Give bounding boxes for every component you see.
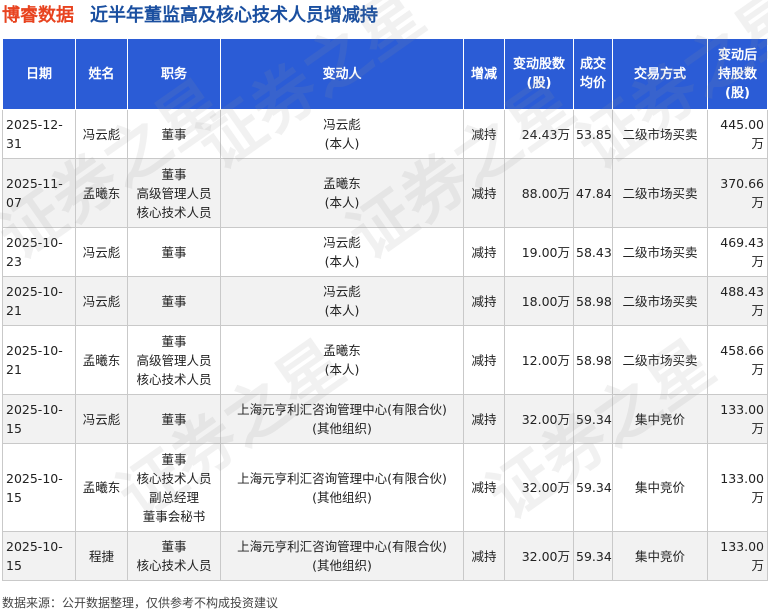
page-title: 近半年董监高及核心技术人员增减持: [90, 5, 378, 26]
cell-price: 53.85: [573, 109, 613, 159]
cell-method: 二级市场买卖: [612, 158, 708, 228]
cell-price: 47.84: [573, 158, 613, 228]
header-price: 成交 均价: [573, 38, 613, 110]
header-date: 日期: [2, 38, 76, 110]
cell-position: 董事 核心技术人员: [127, 531, 221, 581]
cell-name: 冯云彪: [75, 276, 128, 326]
cell-after: 469.43万: [707, 227, 768, 277]
brand-logo: 博睿数据: [2, 5, 74, 26]
cell-date: 2025-10-15: [2, 443, 76, 532]
cell-name: 孟曦东: [75, 158, 128, 228]
cell-change: 减持: [463, 276, 505, 326]
cell-change: 减持: [463, 531, 505, 581]
cell-date: 2025-11-07: [2, 158, 76, 228]
header-position: 职务: [127, 38, 221, 110]
cell-after: 370.66万: [707, 158, 768, 228]
cell-price: 58.43: [573, 227, 613, 277]
cell-method: 集中竞价: [612, 531, 708, 581]
cell-shares: 12.00万: [504, 325, 574, 395]
cell-price: 58.98: [573, 325, 613, 395]
cell-method: 二级市场买卖: [612, 325, 708, 395]
table-row: 2025-10-15 程捷 董事 核心技术人员 上海元亨利汇咨询管理中心(有限合伙) (其…: [2, 531, 768, 581]
cell-person: 冯云彪 (本人): [220, 276, 464, 326]
cell-shares: 32.00万: [504, 394, 574, 444]
cell-shares: 88.00万: [504, 158, 574, 228]
cell-after: 133.00万: [707, 394, 768, 444]
holdings-change-table: 日期 姓名 职务 变动人 增减 变动股数 (股) 成交 均价 交易方式 变动后 持股数 (股) 2025…: [2, 38, 768, 581]
cell-position: 董事 核心技术人员 副总经理 董事会秘书: [127, 443, 221, 532]
cell-name: 孟曦东: [75, 325, 128, 395]
cell-person: 冯云彪 (本人): [220, 109, 464, 159]
table-row: 2025-12-31 冯云彪 董事 冯云彪 (本人) 减持 24.43万 53.85 二级市场买…: [2, 109, 768, 159]
cell-position: 董事: [127, 227, 221, 277]
cell-price: 59.34: [573, 443, 613, 532]
cell-person: 上海元亨利汇咨询管理中心(有限合伙) (其他组织): [220, 531, 464, 581]
header-person: 变动人: [220, 38, 464, 110]
cell-price: 58.98: [573, 276, 613, 326]
table-row: 2025-10-15 冯云彪 董事 上海元亨利汇咨询管理中心(有限合伙) (其他组织) 减…: [2, 394, 768, 444]
cell-name: 冯云彪: [75, 109, 128, 159]
cell-name: 程捷: [75, 531, 128, 581]
cell-person: 孟曦东 (本人): [220, 158, 464, 228]
cell-after: 133.00万: [707, 531, 768, 581]
data-source-note: 数据来源：公开数据整理，仅供参考不构成投资建议: [2, 596, 279, 610]
cell-person: 孟曦东 (本人): [220, 325, 464, 395]
cell-after: 445.00万: [707, 109, 768, 159]
cell-change: 减持: [463, 443, 505, 532]
cell-method: 集中竞价: [612, 443, 708, 532]
header-shares: 变动股数 (股): [504, 38, 574, 110]
cell-after: 133.00万: [707, 443, 768, 532]
cell-after: 458.66万: [707, 325, 768, 395]
cell-change: 减持: [463, 394, 505, 444]
table-header-row: 日期 姓名 职务 变动人 增减 变动股数 (股) 成交 均价 交易方式 变动后 持股数 (股): [2, 38, 768, 110]
cell-date: 2025-10-15: [2, 531, 76, 581]
title-bar: 博睿数据 近半年董监高及核心技术人员增减持: [0, 0, 768, 30]
cell-date: 2025-10-21: [2, 325, 76, 395]
cell-position: 董事: [127, 276, 221, 326]
cell-position: 董事 高级管理人员 核心技术人员: [127, 158, 221, 228]
cell-price: 59.34: [573, 394, 613, 444]
cell-name: 冯云彪: [75, 227, 128, 277]
cell-date: 2025-10-15: [2, 394, 76, 444]
table-row: 2025-10-21 冯云彪 董事 冯云彪 (本人) 减持 18.00万 58.98 二级市场买…: [2, 276, 768, 326]
cell-method: 集中竞价: [612, 394, 708, 444]
cell-price: 59.34: [573, 531, 613, 581]
cell-shares: 32.00万: [504, 531, 574, 581]
cell-person: 上海元亨利汇咨询管理中心(有限合伙) (其他组织): [220, 443, 464, 532]
cell-date: 2025-10-23: [2, 227, 76, 277]
cell-position: 董事: [127, 394, 221, 444]
cell-change: 减持: [463, 158, 505, 228]
table-body: 2025-12-31 冯云彪 董事 冯云彪 (本人) 减持 24.43万 53.85 二级市场买…: [2, 109, 768, 581]
cell-position: 董事 高级管理人员 核心技术人员: [127, 325, 221, 395]
table-row: 2025-10-23 冯云彪 董事 冯云彪 (本人) 减持 19.00万 58.43 二级市场买…: [2, 227, 768, 277]
table-row: 2025-10-15 孟曦东 董事 核心技术人员 副总经理 董事会秘书 上海元亨利汇咨询管理…: [2, 443, 768, 532]
cell-date: 2025-12-31: [2, 109, 76, 159]
cell-change: 减持: [463, 109, 505, 159]
cell-change: 减持: [463, 227, 505, 277]
table-row: 2025-11-07 孟曦东 董事 高级管理人员 核心技术人员 孟曦东 (本人) 减持 88.0…: [2, 158, 768, 228]
cell-position: 董事: [127, 109, 221, 159]
cell-shares: 19.00万: [504, 227, 574, 277]
cell-method: 二级市场买卖: [612, 109, 708, 159]
cell-shares: 32.00万: [504, 443, 574, 532]
cell-date: 2025-10-21: [2, 276, 76, 326]
cell-name: 冯云彪: [75, 394, 128, 444]
cell-method: 二级市场买卖: [612, 276, 708, 326]
cell-name: 孟曦东: [75, 443, 128, 532]
header-change: 增减: [463, 38, 505, 110]
cell-shares: 18.00万: [504, 276, 574, 326]
cell-method: 二级市场买卖: [612, 227, 708, 277]
header-method: 交易方式: [612, 38, 708, 110]
cell-person: 上海元亨利汇咨询管理中心(有限合伙) (其他组织): [220, 394, 464, 444]
table-row: 2025-10-21 孟曦东 董事 高级管理人员 核心技术人员 孟曦东 (本人) 减持 12.0…: [2, 325, 768, 395]
cell-shares: 24.43万: [504, 109, 574, 159]
header-after: 变动后 持股数 (股): [707, 38, 768, 110]
cell-after: 488.43万: [707, 276, 768, 326]
header-name: 姓名: [75, 38, 128, 110]
cell-change: 减持: [463, 325, 505, 395]
cell-person: 冯云彪 (本人): [220, 227, 464, 277]
